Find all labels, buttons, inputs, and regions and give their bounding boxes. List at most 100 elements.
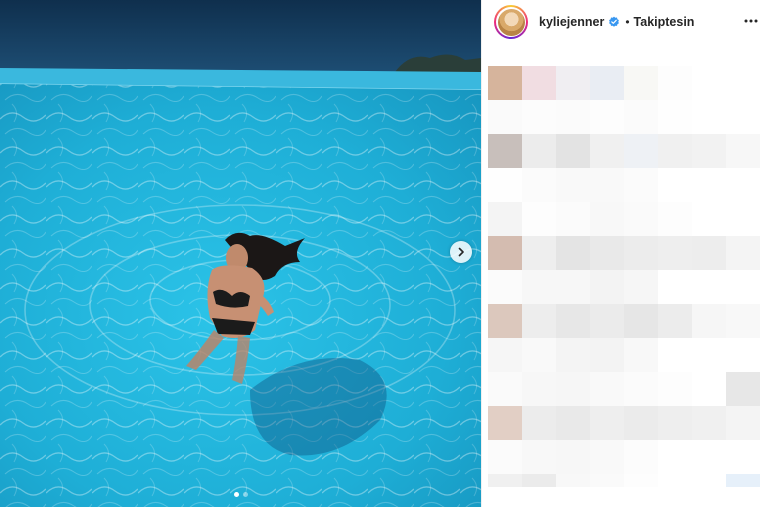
- blur-block: [488, 100, 522, 134]
- carousel-indicator: [0, 492, 481, 497]
- blur-block: [556, 338, 590, 372]
- blur-block: [488, 236, 522, 270]
- blur-block: [658, 304, 692, 338]
- blur-block: [726, 440, 760, 474]
- blur-block: [692, 406, 726, 440]
- blur-block: [556, 440, 590, 474]
- blur-block: [556, 168, 590, 202]
- blur-block: [590, 440, 624, 474]
- blur-block: [590, 406, 624, 440]
- blur-block: [556, 236, 590, 270]
- blur-block: [590, 134, 624, 168]
- blur-block: [488, 134, 522, 168]
- blur-block: [658, 338, 692, 372]
- blur-block: [726, 474, 760, 487]
- blur-block: [658, 474, 692, 487]
- blur-block: [692, 338, 726, 372]
- blur-block: [624, 304, 658, 338]
- blur-block: [692, 134, 726, 168]
- more-horizontal-icon: [744, 19, 758, 23]
- blur-block: [590, 338, 624, 372]
- post-media[interactable]: [0, 0, 481, 507]
- blur-block: [624, 338, 658, 372]
- avatar: [497, 8, 525, 36]
- blur-block: [522, 372, 556, 406]
- blur-block: [522, 406, 556, 440]
- blur-block: [590, 202, 624, 236]
- blur-block: [590, 168, 624, 202]
- blur-block: [556, 372, 590, 406]
- blur-block: [692, 100, 726, 134]
- blur-block: [488, 168, 522, 202]
- blur-block: [556, 66, 590, 100]
- blur-block: [624, 168, 658, 202]
- blur-block: [556, 474, 590, 487]
- blur-block: [658, 440, 692, 474]
- blur-block: [522, 270, 556, 304]
- blur-block: [590, 66, 624, 100]
- blur-block: [556, 100, 590, 134]
- blur-block: [522, 474, 556, 487]
- blur-block: [488, 338, 522, 372]
- blur-block: [692, 66, 726, 100]
- more-options-button[interactable]: [743, 13, 759, 29]
- blur-block: [624, 474, 658, 487]
- blur-block: [522, 66, 556, 100]
- blur-block: [726, 134, 760, 168]
- story-ring[interactable]: [494, 5, 528, 39]
- blur-block: [522, 338, 556, 372]
- blur-block: [488, 270, 522, 304]
- blurred-comments-area: [488, 66, 765, 507]
- separator-dot: •: [625, 15, 630, 29]
- blur-block: [556, 406, 590, 440]
- blur-block: [522, 168, 556, 202]
- blur-block: [692, 440, 726, 474]
- blur-block: [658, 100, 692, 134]
- blur-block: [692, 202, 726, 236]
- blur-block: [488, 372, 522, 406]
- blur-block: [692, 304, 726, 338]
- blur-block: [726, 406, 760, 440]
- chevron-right-icon: [458, 247, 464, 257]
- verified-badge-icon: [609, 16, 620, 27]
- next-slide-button[interactable]: [450, 241, 472, 263]
- blur-block: [692, 270, 726, 304]
- blur-block: [556, 270, 590, 304]
- blur-block: [556, 202, 590, 236]
- blur-block: [726, 168, 760, 202]
- blur-block: [726, 338, 760, 372]
- blur-block: [658, 372, 692, 406]
- blur-block: [692, 372, 726, 406]
- blur-block: [624, 406, 658, 440]
- blur-block: [658, 168, 692, 202]
- blur-block: [692, 236, 726, 270]
- blur-block: [624, 134, 658, 168]
- blur-block: [590, 474, 624, 487]
- blur-block: [624, 372, 658, 406]
- blur-block: [726, 270, 760, 304]
- blur-block: [590, 270, 624, 304]
- blur-block: [590, 236, 624, 270]
- blur-block: [488, 440, 522, 474]
- username-link[interactable]: kyliejenner: [539, 15, 604, 29]
- blur-block: [488, 66, 522, 100]
- blur-block: [692, 168, 726, 202]
- blur-block: [658, 66, 692, 100]
- blur-block: [624, 100, 658, 134]
- follow-status-button[interactable]: Takiptesin: [634, 15, 695, 29]
- blur-block: [590, 372, 624, 406]
- blur-block: [692, 474, 726, 487]
- blur-block: [624, 66, 658, 100]
- blur-block: [488, 304, 522, 338]
- blur-block: [522, 440, 556, 474]
- blur-block: [658, 202, 692, 236]
- blur-block: [658, 134, 692, 168]
- blur-block: [658, 236, 692, 270]
- blur-block: [726, 202, 760, 236]
- blur-block: [590, 100, 624, 134]
- blur-block: [522, 236, 556, 270]
- blur-block: [488, 202, 522, 236]
- post-header: kyliejenner • Takiptesin: [482, 0, 770, 44]
- carousel-dot-active: [233, 492, 239, 497]
- blur-block: [726, 236, 760, 270]
